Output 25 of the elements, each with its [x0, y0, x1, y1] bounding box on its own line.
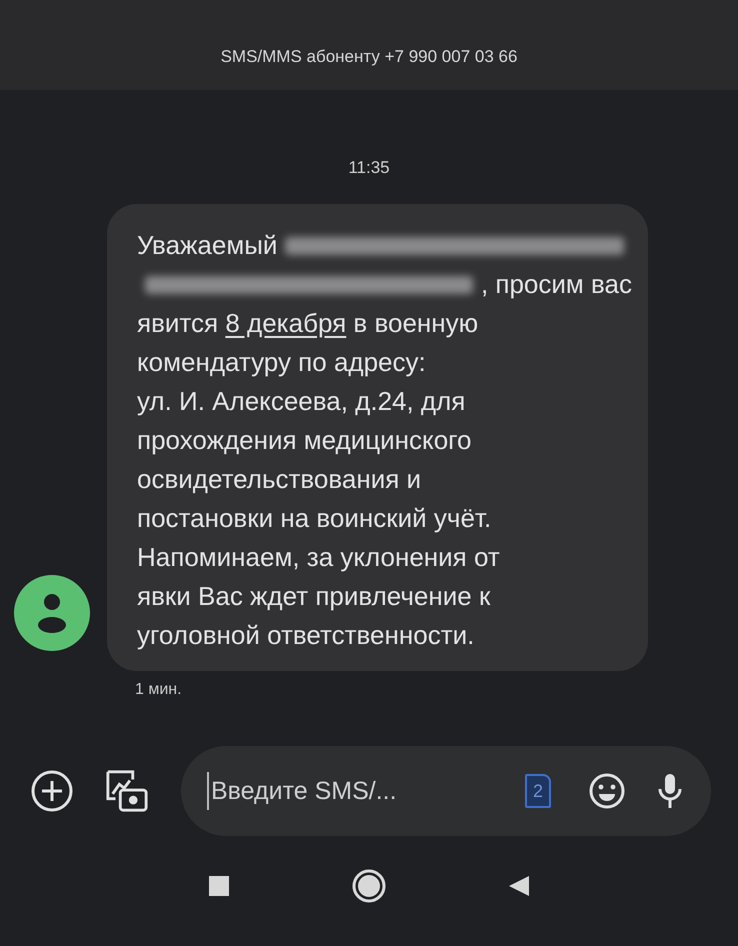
gallery-camera-icon[interactable] — [105, 769, 149, 813]
sim-slot-button[interactable]: 2 — [525, 774, 551, 808]
message-text: Напоминаем, за уклонения от — [137, 541, 500, 574]
message-text: освидетельствования и — [137, 463, 422, 496]
message-text: постановки на воинский учёт. — [137, 502, 492, 535]
message-text: явки Вас ждет привлечение к — [137, 580, 490, 613]
home-icon[interactable] — [351, 868, 387, 904]
recents-icon[interactable] — [207, 874, 231, 898]
message-text: комендатуру по адресу: — [137, 346, 426, 379]
message-age: 1 мин. — [135, 681, 183, 699]
message-text: Уважаемый — [137, 229, 278, 262]
message-text: прохождения медицинского — [137, 424, 472, 457]
recipient-title: SMS/MMS абоненту +7 990 007 03 66 — [220, 47, 518, 67]
back-icon[interactable] — [507, 874, 531, 898]
emoji-icon[interactable] — [587, 771, 627, 811]
message-text: явится — [137, 307, 220, 340]
add-icon[interactable] — [30, 769, 74, 813]
message-text: в военную — [352, 307, 478, 340]
message-time: 11:35 — [348, 158, 390, 178]
message-input-field[interactable]: Введите SMS/... 2 — [181, 746, 711, 836]
message-text: уголовной ответственности. — [137, 619, 474, 652]
date-link[interactable]: 8 декабря — [225, 304, 346, 343]
contact-avatar-icon[interactable] — [14, 575, 90, 651]
message-text: ул. И. Алексеева, д.24, для — [137, 385, 466, 418]
message-text: , просим вас — [480, 268, 632, 301]
